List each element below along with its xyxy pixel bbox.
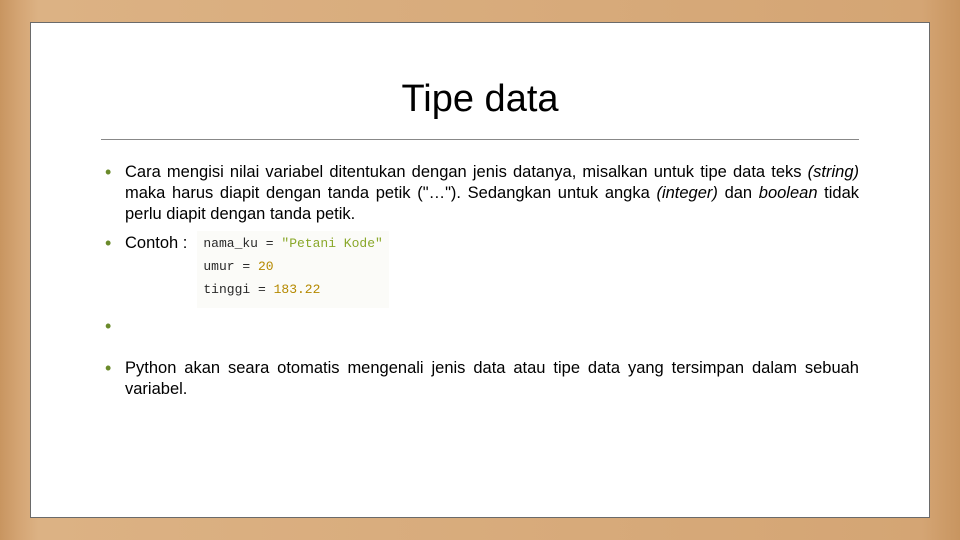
bullet-1-text-c: dan — [718, 184, 759, 202]
bullet-item-3: Python akan seara otomatis mengenali jen… — [101, 358, 859, 400]
bullet-1-italic-integer: (integer) — [656, 184, 717, 202]
code-line-3: tinggi = 183.22 — [203, 279, 382, 302]
code-line-2: umur = 20 — [203, 256, 382, 279]
code-val-2: 20 — [258, 259, 274, 274]
code-var-3: tinggi — [203, 282, 250, 297]
bullet-3-text: Python akan seara otomatis mengenali jen… — [125, 359, 859, 398]
example-row: Contoh : nama_ku = "Petani Kode" umur = … — [125, 233, 859, 307]
slide-container: Tipe data Cara mengisi nilai variabel di… — [30, 22, 930, 518]
bullet-1-text-a: Cara mengisi nilai variabel ditentukan d… — [125, 163, 808, 181]
code-op-1: = — [258, 236, 281, 251]
bullet-item-2: Contoh : nama_ku = "Petani Kode" umur = … — [101, 233, 859, 307]
bullet-1-italic-string: (string) — [808, 163, 859, 181]
code-op-3: = — [250, 282, 273, 297]
bullet-list: Cara mengisi nilai variabel ditentukan d… — [101, 162, 859, 400]
code-var-1: nama_ku — [203, 236, 258, 251]
bullet-1-italic-boolean: boolean — [759, 184, 818, 202]
code-val-1: "Petani Kode" — [281, 236, 382, 251]
bullet-item-1: Cara mengisi nilai variabel ditentukan d… — [101, 162, 859, 225]
bullet-2-label: Contoh : — [125, 233, 187, 254]
code-line-1: nama_ku = "Petani Kode" — [203, 233, 382, 256]
code-example: nama_ku = "Petani Kode" umur = 20 tinggi… — [197, 231, 388, 307]
spacer — [101, 316, 859, 350]
code-op-2: = — [235, 259, 258, 274]
slide-title: Tipe data — [101, 78, 859, 121]
title-divider — [101, 139, 859, 140]
bullet-1-text-b: maka harus diapit dengan tanda petik ("…… — [125, 184, 656, 202]
code-var-2: umur — [203, 259, 234, 274]
code-val-3: 183.22 — [274, 282, 321, 297]
